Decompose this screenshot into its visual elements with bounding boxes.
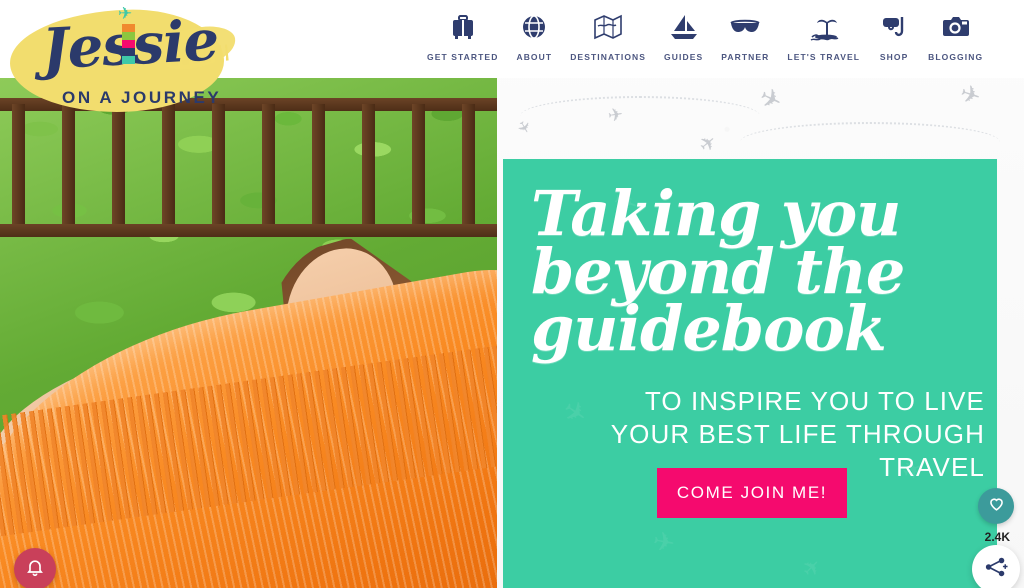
nav-item-guides[interactable]: GUIDES <box>655 6 712 62</box>
balcony-railing <box>0 98 497 248</box>
nav-label: GET STARTED <box>427 52 499 62</box>
favorite-button[interactable] <box>978 488 1014 524</box>
flight-path-line <box>520 96 760 136</box>
nav-label: DESTINATIONS <box>570 52 647 62</box>
nav-label: BLOGGING <box>928 52 984 62</box>
camera-icon <box>940 6 972 48</box>
map-icon <box>592 6 624 48</box>
nav-item-about[interactable]: ABOUT <box>507 6 561 62</box>
logo-tagline: ON A JOURNEY <box>62 88 222 107</box>
heart-icon <box>987 494 1006 518</box>
hero-headline: Taking you beyond the guidebook <box>531 177 983 366</box>
share-button[interactable] <box>972 545 1020 588</box>
nav-label: LET'S TRAVEL <box>787 52 861 62</box>
site-logo[interactable]: Jessie ✈ ON A JOURNEY <box>6 2 239 120</box>
nav-label: ABOUT <box>516 52 553 62</box>
palm-island-icon <box>807 6 841 48</box>
share-icon <box>984 556 1008 583</box>
nav-item-lets-travel[interactable]: LET'S TRAVEL <box>778 6 869 62</box>
sunglasses-icon <box>728 6 762 48</box>
hero-photo <box>0 78 497 588</box>
airplane-icon: ✈ <box>606 104 625 126</box>
main-navigation: GET STARTED ABOUT DESTINATIONS GUIDES PA… <box>418 6 992 62</box>
flight-path-line <box>740 122 1000 162</box>
logo-color-stack <box>122 24 135 64</box>
nav-item-blogging[interactable]: BLOGGING <box>919 6 992 62</box>
nav-item-get-started[interactable]: GET STARTED <box>418 6 507 62</box>
bell-icon <box>25 557 45 582</box>
suitcase-icon <box>448 6 478 48</box>
nav-item-shop[interactable]: SHOP <box>869 6 919 62</box>
nav-label: SHOP <box>879 52 909 62</box>
airplane-icon: ✈ <box>754 80 788 118</box>
airplane-icon: ✈ <box>694 130 722 158</box>
snorkel-icon <box>878 6 910 48</box>
sailboat-icon <box>668 6 700 48</box>
come-join-me-button[interactable]: COME JOIN ME! <box>657 468 847 518</box>
hero-subheading-line-1: TO INSPIRE YOU TO LIVE <box>644 386 985 416</box>
airplane-icon: ✈ <box>796 552 828 584</box>
notification-button[interactable] <box>14 548 56 588</box>
airplane-icon: ✈ <box>118 4 133 23</box>
globe-icon <box>519 6 549 48</box>
nav-label: PARTNER <box>721 52 770 62</box>
nav-label: GUIDES <box>664 52 704 62</box>
airplane-icon: ✈ <box>650 525 678 559</box>
nav-item-partner[interactable]: PARTNER <box>712 6 778 62</box>
hero-headline-line-2: beyond the guidebook <box>531 234 905 366</box>
page-root: ✈ ✈ ✈ ✈ ✈ ✈ ✈ ✈ ✈ ✈ ✈ Taking you beyond … <box>0 0 1024 588</box>
hero-panel: ✈ ✈ ✈ ✈ ✈ ✈ Taking you beyond the guideb… <box>503 159 997 588</box>
share-count: 2.4K <box>984 530 1010 544</box>
hero-headline-line-1: Taking you <box>531 177 901 250</box>
nav-item-destinations[interactable]: DESTINATIONS <box>561 6 655 62</box>
